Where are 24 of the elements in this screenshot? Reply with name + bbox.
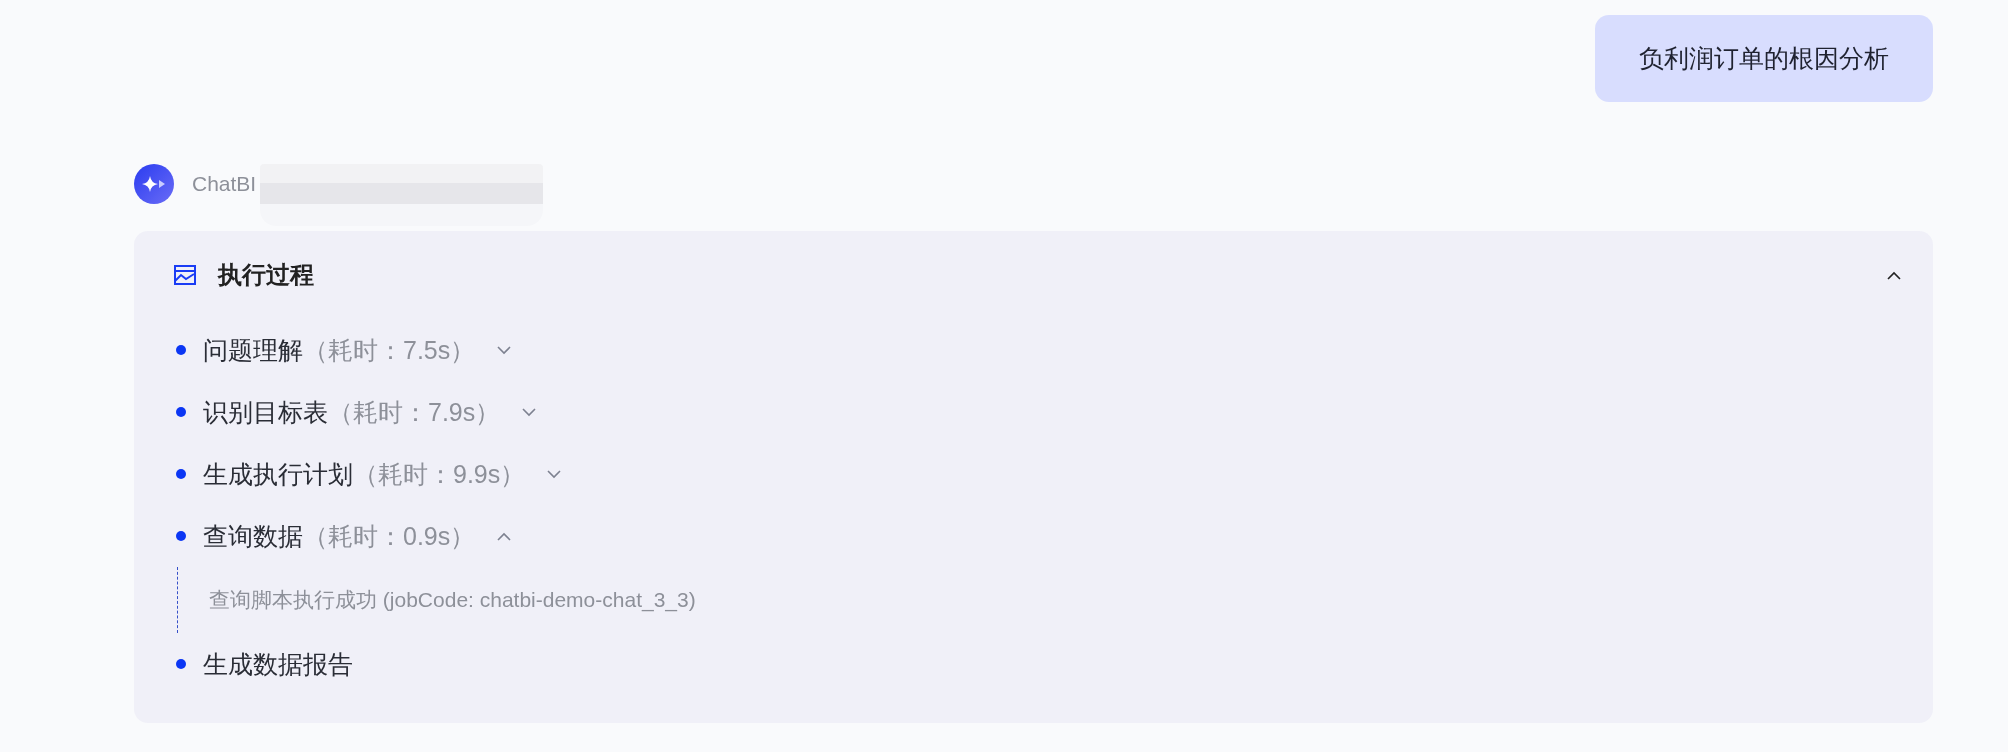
step-duration: （耗时：9.9s） <box>353 458 526 490</box>
chart-icon <box>174 265 196 285</box>
step-label: 识别目标表 <box>203 396 328 428</box>
step-label: 问题理解 <box>203 334 303 366</box>
step-duration: （耗时：0.9s） <box>303 520 476 552</box>
step-duration: （耗时：7.9s） <box>328 396 501 428</box>
step-label: 生成执行计划 <box>203 458 353 490</box>
bullet-dot <box>176 659 186 669</box>
assistant-name: ChatBI <box>192 172 257 196</box>
step-label: 查询数据 <box>203 520 303 552</box>
panel-title: 执行过程 <box>218 260 314 290</box>
bullet-dot <box>176 345 186 355</box>
expand-icon[interactable] <box>547 469 562 479</box>
bullet-dot <box>176 469 186 479</box>
expand-icon[interactable] <box>522 407 537 417</box>
user-message: 负利润订单的根因分析 <box>1595 15 1933 102</box>
sparkle-avatar-icon <box>134 164 174 204</box>
step-detail: 查询脚本执行成功 (jobCode: chatbi-demo-chat_3_3) <box>209 587 696 614</box>
step-duration: （耗时：7.5s） <box>303 334 476 366</box>
step-label: 生成数据报告 <box>203 648 353 680</box>
expand-icon[interactable] <box>497 345 512 355</box>
collapse-icon[interactable] <box>1887 270 1901 280</box>
bullet-dot <box>176 531 186 541</box>
bullet-dot <box>176 407 186 417</box>
